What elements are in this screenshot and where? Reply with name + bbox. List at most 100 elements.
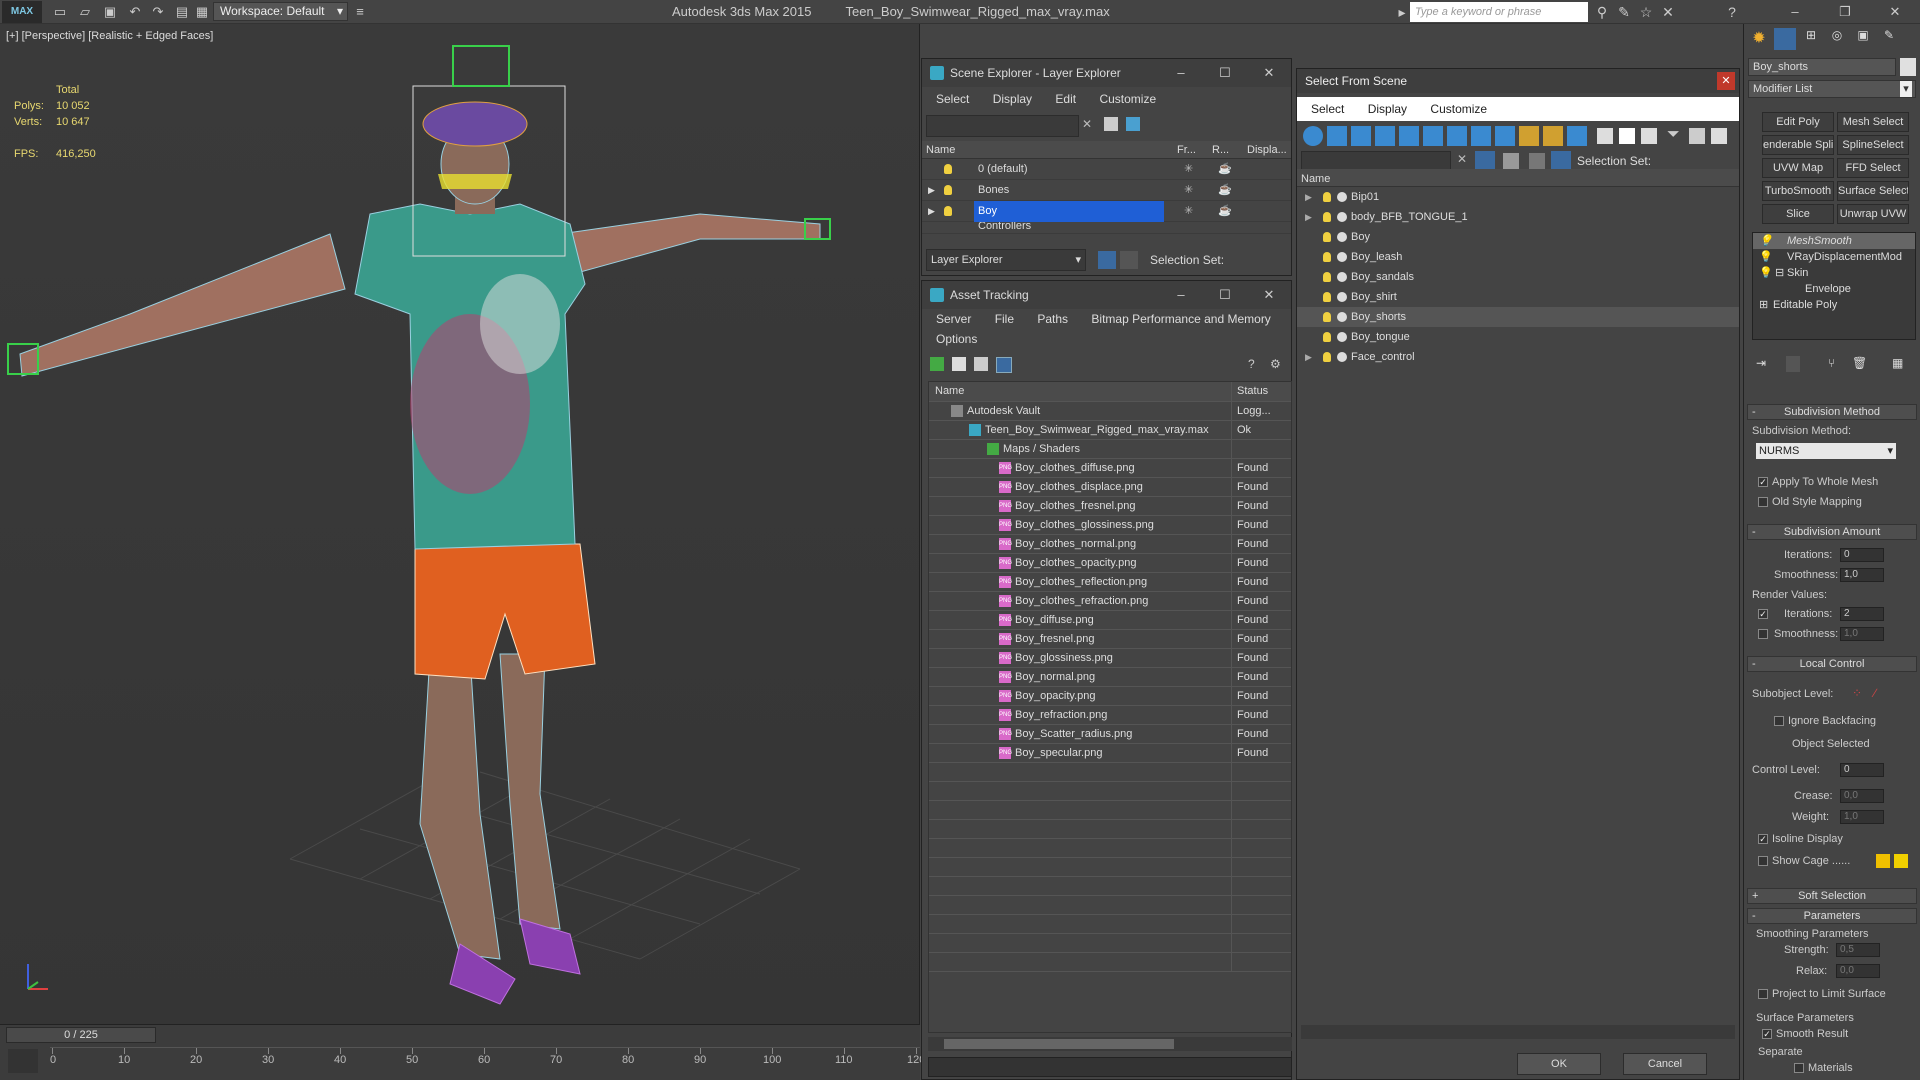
ignore-backfacing-checkbox[interactable] [1774,716,1784,726]
perspective-viewport[interactable]: [+] [Perspective] [Realistic + Edged Fac… [0,24,920,1030]
menu-file[interactable]: File [995,312,1014,326]
help-icon[interactable]: ? [1248,357,1255,371]
search-input[interactable]: Type a keyword or phrase [1410,2,1588,22]
expand-arrow-icon[interactable]: ▶ [1305,207,1312,227]
app-logo[interactable]: MAX [2,1,42,23]
iterations-spinner[interactable]: 0 [1840,548,1884,562]
menu-display[interactable]: Display [1368,102,1407,116]
remove-modifier-icon[interactable]: 🗑 [1852,356,1867,370]
workspace-icon[interactable]: ▦ [192,2,212,22]
settings-icon[interactable]: ⚙ [1270,357,1281,371]
configure-sets-icon[interactable]: ▦ [1892,356,1903,370]
display-helpers-icon[interactable] [1399,126,1419,146]
object-color-swatch[interactable] [1900,58,1916,76]
menu-bitmap-performance[interactable]: Bitmap Performance and Memory [1091,312,1270,326]
clear-search-icon[interactable]: ✕ [1082,117,1092,131]
mesh-select-button[interactable]: Mesh Select [1837,112,1909,132]
smoothness-spinner[interactable]: 1,0 [1840,568,1884,582]
scene-row-selected[interactable]: Boy_shorts [1297,307,1739,327]
lightbulb-icon[interactable] [1323,352,1331,362]
minimize-icon[interactable]: – [1159,281,1203,309]
isoline-display-checkbox[interactable]: ✓ [1758,834,1768,844]
asset-row[interactable]: PNG Boy_Scatter_radius.png Found [929,725,1291,744]
layer-row[interactable]: Controllers [922,222,1291,234]
render-teapot-icon[interactable]: ☕ [1218,201,1232,222]
layer-row[interactable]: 0 (default) ✳ ☕ [922,159,1291,180]
show-end-result-icon[interactable] [1786,356,1800,372]
collapse-all-icon[interactable] [1711,128,1727,144]
cancel-button[interactable]: Cancel [1623,1053,1707,1075]
asset-row[interactable]: Autodesk Vault Logg... [929,402,1291,421]
uvw-map-button[interactable]: UVW Map [1762,158,1834,178]
menu-select[interactable]: Select [936,92,969,106]
lightbulb-icon[interactable] [1323,252,1331,262]
project-folder-icon[interactable]: ▤ [172,2,192,22]
lightbulb-icon[interactable] [944,185,952,195]
display-hidden-icon[interactable] [1567,126,1587,146]
more-icon[interactable]: ≡ [350,2,370,22]
strength-spinner[interactable]: 0,5 [1836,943,1880,957]
old-style-mapping-checkbox[interactable] [1758,497,1768,507]
rollout-parameters[interactable]: - Parameters [1747,908,1917,924]
col-render[interactable]: R... [1212,141,1229,159]
render-iterations-checkbox[interactable]: ✓ [1758,609,1768,619]
scene-row[interactable]: Boy_sandals [1297,267,1739,287]
asset-row[interactable]: PNG Boy_normal.png Found [929,668,1291,687]
asset-row[interactable]: PNG Boy_clothes_reflection.png Found [929,573,1291,592]
render-iterations-spinner[interactable]: 2 [1840,607,1884,621]
hierarchy-filter-icon[interactable] [1689,128,1705,144]
project-limit-checkbox[interactable] [1758,989,1768,999]
menu-select[interactable]: Select [1311,102,1344,116]
expand-arrow-icon[interactable]: ▶ [1305,347,1312,367]
display-frozen-icon[interactable] [1543,126,1563,146]
stack-item-skin[interactable]: 💡 ⊟ Skin [1753,265,1915,281]
menu-customize[interactable]: Customize [1099,92,1156,106]
cage-color-swatch[interactable] [1876,854,1890,868]
create-tab-icon[interactable]: ✹ [1748,28,1770,50]
col-frozen[interactable]: Fr... [1177,141,1196,159]
lightbulb-icon[interactable]: 💡 [1759,233,1773,249]
lightbulb-icon[interactable] [1323,192,1331,202]
restore-icon[interactable]: ❐ [1830,2,1860,22]
select-from-scene-titlebar[interactable]: Select From Scene ✕ [1297,69,1739,93]
unwrap-uvw-button[interactable]: Unwrap UVW [1837,204,1909,224]
hierarchy-icon[interactable] [1503,153,1519,169]
asset-row[interactable]: PNG Boy_clothes_glossiness.png Found [929,516,1291,535]
asset-row[interactable]: PNG Boy_clothes_diffuse.png Found [929,459,1291,478]
display-lights-icon[interactable] [1351,126,1371,146]
edge-level-icon[interactable]: ∕ [1874,686,1876,700]
apply-whole-mesh-checkbox[interactable]: ✓ [1758,477,1768,487]
clear-search-icon[interactable]: ✕ [1457,152,1467,166]
time-slider[interactable]: 0 / 225 [6,1027,156,1043]
open-file-icon[interactable]: ▱ [75,2,95,22]
slice-button[interactable]: Slice [1762,204,1834,224]
maximize-icon[interactable]: ☐ [1203,59,1247,87]
rollout-local-control[interactable]: - Local Control [1747,656,1917,672]
close-icon[interactable]: ✕ [1247,281,1291,309]
relax-spinner[interactable]: 0,0 [1836,964,1880,978]
col-name[interactable]: Name [935,382,964,401]
col-name[interactable]: Name [1301,169,1330,189]
scene-row[interactable]: Boy_tongue [1297,327,1739,347]
layer-row-selected[interactable]: ▶ Boy ✳ ☕ [922,201,1291,222]
lightbulb-icon[interactable] [944,164,952,174]
rollout-soft-selection[interactable]: + Soft Selection [1747,888,1917,904]
binoculars-icon[interactable]: ⚲ [1592,2,1612,22]
asset-row[interactable]: PNG Boy_clothes_opacity.png Found [929,554,1291,573]
display-groups-icon[interactable] [1447,126,1467,146]
asset-path-field[interactable] [928,1057,1292,1077]
asset-row[interactable]: PNG Boy_opacity.png Found [929,687,1291,706]
menu-options[interactable]: Options [936,332,977,346]
ok-button[interactable]: OK [1517,1053,1601,1075]
viewport-label[interactable]: [+] [Perspective] [Realistic + Edged Fac… [6,30,213,42]
display-xrefs-icon[interactable] [1471,126,1491,146]
hierarchy-tab-icon[interactable]: ⊞ [1800,28,1822,50]
asset-row[interactable]: PNG Boy_clothes_displace.png Found [929,478,1291,497]
object-name-field[interactable]: Boy_shorts [1748,58,1896,76]
close-icon[interactable]: ✕ [1880,2,1910,22]
close-icon[interactable]: ✕ [1717,72,1735,90]
lightbulb-icon[interactable] [1323,272,1331,282]
maximize-icon[interactable]: ☐ [1203,281,1247,309]
minimize-icon[interactable]: – [1780,2,1810,22]
display-geometry-icon[interactable] [1303,126,1323,146]
